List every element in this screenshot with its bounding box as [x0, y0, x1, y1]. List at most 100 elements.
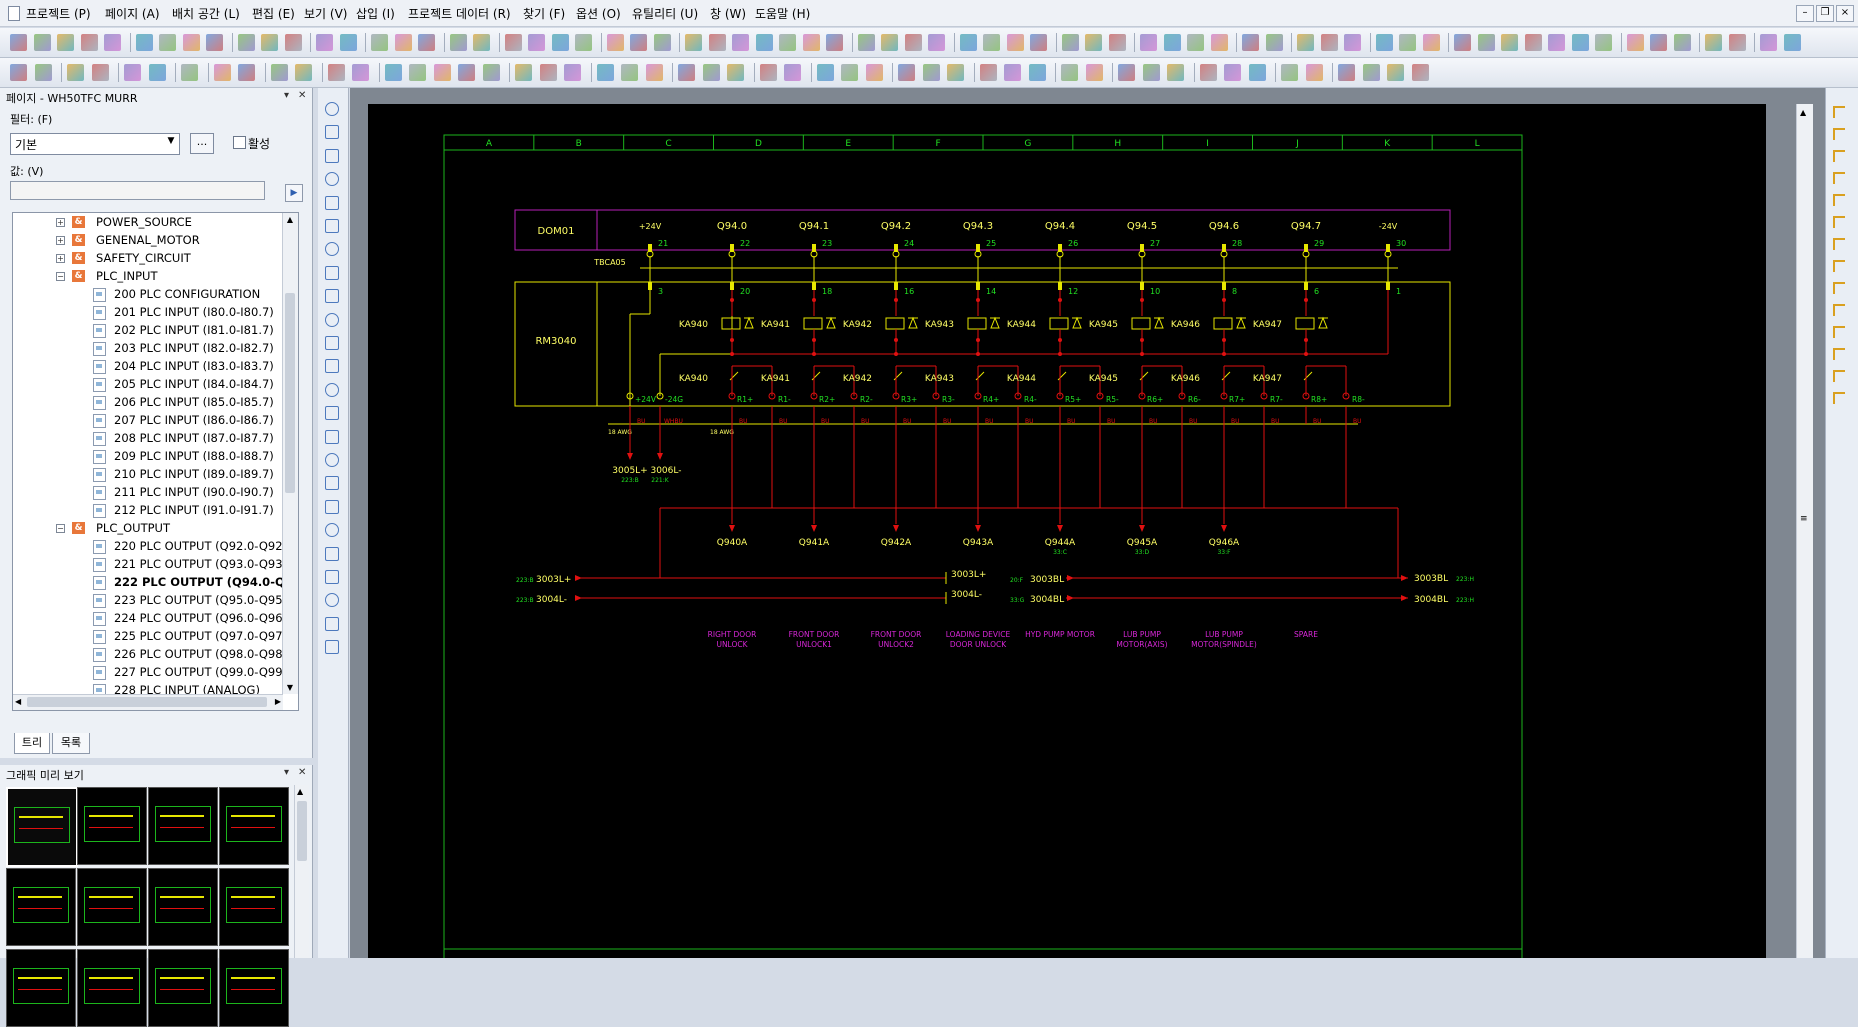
restore-icon[interactable]: ❐ — [1816, 5, 1834, 22]
menu-window[interactable]: 창 (W) — [710, 5, 746, 22]
menu-project[interactable]: 프로젝트 (P) — [26, 5, 91, 22]
toolbar-tool-icon[interactable] — [727, 64, 744, 81]
insert-symbol-icon[interactable] — [325, 125, 339, 140]
insert-symbol-icon[interactable] — [325, 546, 339, 561]
toolbar-tool-icon[interactable] — [904, 34, 922, 51]
toolbar-tool-icon[interactable] — [816, 64, 834, 81]
connection-symbol-icon[interactable] — [1833, 282, 1845, 294]
toolbar-tool-icon[interactable] — [575, 34, 592, 51]
toolbar-tool-icon[interactable] — [1387, 64, 1404, 81]
scroll-down-icon[interactable]: ▼ — [285, 683, 295, 692]
toolbar-tool-icon[interactable] — [1085, 64, 1103, 81]
toolbar-tool-icon[interactable] — [564, 64, 581, 81]
toolbar-tool-icon[interactable] — [394, 34, 412, 51]
toolbar-tool-icon[interactable] — [826, 34, 843, 51]
insert-symbol-icon[interactable] — [325, 429, 339, 444]
toolbar-tool-icon[interactable] — [80, 34, 98, 51]
page-thumbnail[interactable] — [219, 787, 289, 865]
tree-group[interactable]: PLC_INPUT — [96, 268, 158, 284]
toolbar-tool-icon[interactable] — [418, 34, 435, 51]
toolbar-tool-icon[interactable] — [1501, 34, 1518, 51]
insert-symbol-icon[interactable] — [325, 172, 339, 187]
connection-symbol-icon[interactable] — [1833, 150, 1845, 162]
toolbar-tool-icon[interactable] — [409, 64, 426, 81]
toolbar-tool-icon[interactable] — [1760, 34, 1777, 51]
scroll-up-icon[interactable]: ▲ — [285, 215, 295, 224]
menu-find[interactable]: 찾기 (F) — [523, 5, 565, 22]
toolbar-tool-icon[interactable] — [104, 34, 121, 51]
toolbar-tool-icon[interactable] — [1728, 34, 1746, 51]
toolbar-tool-icon[interactable] — [732, 34, 749, 51]
value-input[interactable] — [10, 181, 265, 200]
toolbar-tool-icon[interactable] — [433, 64, 451, 81]
apply-filter-icon[interactable]: ▶ — [285, 184, 303, 202]
toolbar-tool-icon[interactable] — [596, 64, 614, 81]
toolbar-tool-icon[interactable] — [1320, 34, 1338, 51]
toolbar-tool-icon[interactable] — [528, 34, 545, 51]
tree-page[interactable]: 209 PLC INPUT (I88.0-I88.7) — [114, 448, 274, 464]
toolbar-tool-icon[interactable] — [1163, 34, 1181, 51]
toolbar-tool-icon[interactable] — [1028, 64, 1046, 81]
insert-symbol-icon[interactable] — [325, 148, 339, 163]
toolbar-tool-icon[interactable] — [922, 64, 940, 81]
toolbar-tool-icon[interactable] — [181, 64, 198, 81]
tree-page[interactable]: 210 PLC INPUT (I89.0-I89.7) — [114, 466, 274, 482]
toolbar-tool-icon[interactable] — [1187, 34, 1204, 51]
page-thumbnail[interactable] — [219, 949, 289, 1027]
tree-horizontal-scrollbar[interactable]: ◀ ▶ — [13, 694, 283, 710]
toolbar-tool-icon[interactable] — [371, 34, 388, 51]
tree-hscroll-thumb[interactable] — [27, 697, 267, 707]
menu-help[interactable]: 도움말 (H) — [755, 5, 810, 22]
insert-symbol-icon[interactable] — [325, 102, 339, 116]
insert-symbol-icon[interactable] — [325, 312, 339, 327]
insert-symbol-icon[interactable] — [325, 499, 339, 514]
toolbar-tool-icon[interactable] — [339, 34, 357, 51]
panel-close-icon[interactable]: ✕ — [298, 90, 306, 101]
menu-view[interactable]: 보기 (V) — [304, 5, 347, 22]
preview-pin-icon[interactable]: ▾ — [284, 767, 289, 778]
insert-symbol-icon[interactable] — [325, 570, 339, 584]
preview-scrollbar[interactable]: ▲ — [294, 785, 309, 958]
tree-page[interactable]: 204 PLC INPUT (I83.0-I83.7) — [114, 358, 274, 374]
toolbar-tool-icon[interactable] — [779, 34, 796, 51]
tree-page[interactable]: 220 PLC OUTPUT (Q92.0-Q92.7 — [114, 538, 294, 554]
toolbar-tool-icon[interactable] — [135, 34, 153, 51]
toolbar-tool-icon[interactable] — [983, 34, 1000, 51]
tree-group[interactable]: GENENAL_MOTOR — [96, 232, 200, 248]
toolbar-tool-icon[interactable] — [1265, 34, 1283, 51]
tree-page[interactable]: 203 PLC INPUT (I82.0-I82.7) — [114, 340, 274, 356]
filter-browse-button[interactable]: ... — [190, 133, 214, 154]
toolbar-tool-icon[interactable] — [1344, 34, 1361, 51]
toolbar-tool-icon[interactable] — [384, 64, 402, 81]
page-thumbnail[interactable] — [77, 949, 147, 1027]
toolbar-tool-icon[interactable] — [841, 64, 858, 81]
toolbar-tool-icon[interactable] — [1783, 34, 1801, 51]
toolbar-tool-icon[interactable] — [1375, 34, 1393, 51]
insert-symbol-icon[interactable] — [325, 476, 339, 491]
toolbar-tool-icon[interactable] — [784, 64, 801, 81]
connection-symbol-icon[interactable] — [1833, 326, 1845, 338]
connection-symbol-icon[interactable] — [1833, 304, 1845, 316]
schematic-page[interactable]: A B C D E F G H I J K L DOM01 +24V 21 Q94.0 22 Q94.1 23 Q94… — [368, 104, 1766, 961]
insert-symbol-icon[interactable] — [325, 195, 339, 210]
tab-list[interactable]: 목록 — [52, 733, 90, 754]
insert-symbol-icon[interactable] — [325, 593, 339, 608]
tree-page[interactable]: 205 PLC INPUT (I84.0-I84.7) — [114, 376, 274, 392]
tree-page[interactable]: 222 PLC OUTPUT (Q94.0-Q94. — [114, 574, 298, 590]
toolbar-tool-icon[interactable] — [1571, 34, 1589, 51]
page-thumbnail[interactable] — [77, 787, 147, 865]
insert-symbol-icon[interactable] — [325, 289, 339, 304]
connection-symbol-icon[interactable] — [1833, 216, 1845, 228]
expand-toggle-icon[interactable]: + — [56, 218, 65, 227]
close-icon[interactable]: × — [1836, 5, 1854, 22]
menu-page[interactable]: 페이지 (A) — [105, 5, 160, 22]
scroll-left-icon[interactable]: ◀ — [15, 697, 21, 706]
toolbar-tool-icon[interactable] — [1199, 64, 1217, 81]
toolbar-tool-icon[interactable] — [316, 34, 333, 51]
toolbar-tool-icon[interactable] — [802, 34, 820, 51]
toolbar-tool-icon[interactable] — [1167, 64, 1184, 81]
toolbar-tool-icon[interactable] — [1085, 34, 1102, 51]
toolbar-tool-icon[interactable] — [1004, 64, 1021, 81]
page-thumbnail[interactable] — [6, 868, 76, 946]
expand-toggle-icon[interactable]: − — [56, 524, 65, 533]
